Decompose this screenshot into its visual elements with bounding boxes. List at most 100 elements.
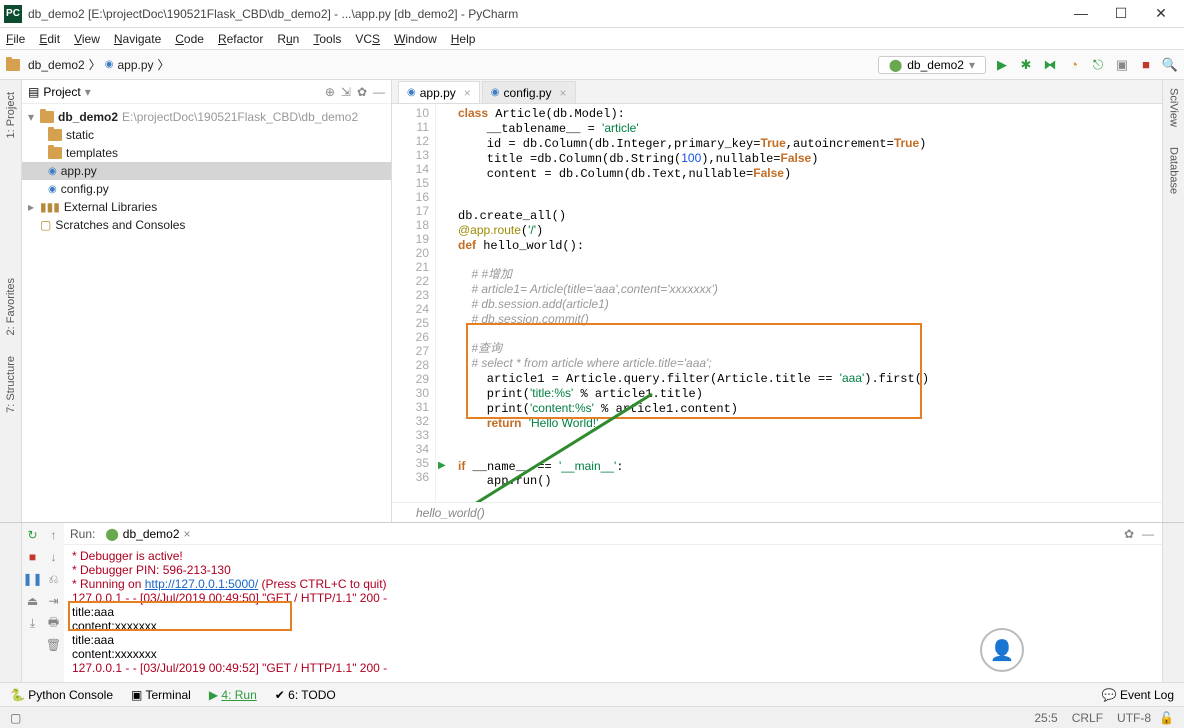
run-settings-icon[interactable]: ✿ [1124,527,1134,541]
crumb-project[interactable]: db_demo2 [28,58,85,72]
debug-button[interactable]: ✱ [1018,57,1034,73]
close-tab-icon[interactable]: × [464,86,471,100]
crumb-file[interactable]: app.py [117,58,153,72]
tool-terminal[interactable]: ▣ Terminal [131,688,191,702]
menu-code[interactable]: Code [175,32,204,46]
tree-folder-static[interactable]: static [22,126,391,144]
run-config-label: db_demo2 [907,58,964,72]
tool-project[interactable]: 1: Project [5,92,17,138]
menu-file[interactable]: File [6,32,25,46]
close-button[interactable]: ✕ [1150,5,1172,22]
panel-dropdown[interactable]: ▾ [85,85,91,99]
close-tab-icon[interactable]: × [560,86,567,100]
event-log[interactable]: 💬 Event Log [1102,688,1174,702]
coverage-button[interactable]: ⧓ [1042,57,1058,73]
tree-file-app[interactable]: ◉app.py [22,162,391,180]
down-stacktrace-icon[interactable]: ↓ [46,549,62,565]
tool-database[interactable]: Database [1168,147,1180,194]
window-title: db_demo2 [E:\projectDoc\190521Flask_CBD\… [28,7,1070,21]
tool-window-bar: 🐍 Python Console ▣ Terminal ▶ 4: Run ✔ 6… [0,682,1184,706]
python-file-icon: ◉ [48,184,57,195]
maximize-button[interactable]: ☐ [1110,5,1132,22]
profile-button[interactable]: ◔ [1066,57,1082,73]
dump-button[interactable]: ⤓ [25,615,41,631]
panel-title: Project [43,85,80,99]
concurrency-button[interactable]: ⎋ [1090,57,1106,73]
tree-folder-templates[interactable]: templates [22,144,391,162]
status-icon[interactable]: ▢ [10,711,21,725]
tool-sciview[interactable]: SciView [1168,88,1180,127]
settings-icon[interactable]: ✿ [357,85,367,99]
status-encoding[interactable]: UTF-8 [1117,711,1151,725]
stop-button[interactable]: ■ [1138,57,1154,73]
code-area[interactable]: 1011121314151617181920212223242526272829… [392,104,1162,502]
editor: ◉app.py× ◉config.py× 1011121314151617181… [392,80,1162,522]
status-caret[interactable]: 25:5 [1034,711,1057,725]
tool-structure[interactable]: 7: Structure [5,356,17,413]
tool-todo[interactable]: ✔ 6: TODO [275,688,336,702]
tool-python-console[interactable]: 🐍 Python Console [10,688,113,702]
panel-icon: ▤ [28,85,39,99]
menu-help[interactable]: Help [451,32,476,46]
print-icon[interactable]: 🖶 [46,615,62,631]
right-gutter-bottom [1162,523,1184,682]
menu-view[interactable]: View [74,32,100,46]
status-lock-icon[interactable]: 🔓 [1159,711,1174,725]
tree-scratches[interactable]: ▢Scratches and Consoles [22,216,391,234]
pause-button[interactable]: ❚❚ [25,571,41,587]
run-hide-icon[interactable]: ― [1142,527,1154,541]
search-everywhere-icon[interactable]: 🔍 [1162,57,1178,73]
tab-app-py[interactable]: ◉app.py× [398,81,480,103]
editor-tabs: ◉app.py× ◉config.py× [392,80,1162,104]
menubar: File Edit View Navigate Code Refactor Ru… [0,28,1184,50]
scroll-end-icon[interactable]: ⇥ [46,593,62,609]
tool-favorites[interactable]: 2: Favorites [5,278,17,335]
menu-navigate[interactable]: Navigate [114,32,161,46]
soft-wrap-icon[interactable]: ⎌ [46,571,62,587]
library-icon: ▮▮▮ [40,200,60,214]
python-file-icon: ◉ [105,59,114,70]
chevron-right-icon: 〉 [89,56,101,73]
attach-button[interactable]: ▣ [1114,57,1130,73]
minimize-button[interactable]: ― [1070,5,1092,22]
run-label: Run: [70,527,95,541]
folder-icon [48,147,62,159]
menu-refactor[interactable]: Refactor [218,32,263,46]
run-config-select[interactable]: ⬤ db_demo2 ▾ [878,56,986,74]
python-file-icon: ◉ [407,87,416,98]
stop-run-button[interactable]: ■ [25,549,41,565]
nav-toolbar: db_demo2 〉 ◉ app.py 〉 ⬤ db_demo2 ▾ ▶ ✱ ⧓… [0,50,1184,80]
folder-icon [40,111,54,123]
tab-config-py[interactable]: ◉config.py× [482,81,576,103]
menu-run[interactable]: Run [277,32,299,46]
tree-external-libs[interactable]: ▸▮▮▮External Libraries [22,198,391,216]
run-toolbar: ↻ ■ ❚❚ ⏏ ⤓ ↑ ↓ ⎌ ⇥ 🖶 🗑 [22,523,64,682]
highlight-box-2 [68,601,292,631]
chevron-right-icon: 〉 [158,56,170,73]
left-gutter: 1: Project 2: Favorites 7: Structure [0,80,22,522]
exit-button[interactable]: ⏏ [25,593,41,609]
tool-run[interactable]: ▶ 4: Run [209,688,257,702]
run-tab[interactable]: ⬤db_demo2× [99,527,196,541]
scroll-from-source-icon[interactable]: ⊕ [325,85,335,99]
menu-window[interactable]: Window [394,32,437,46]
up-stacktrace-icon[interactable]: ↑ [46,527,62,543]
rerun-button[interactable]: ↻ [25,527,41,543]
menu-vcs[interactable]: VCS [355,32,380,46]
project-tree: ▾ db_demo2 E:\projectDoc\190521Flask_CBD… [22,104,391,238]
app-icon: PC [4,5,22,23]
tree-root[interactable]: ▾ db_demo2 E:\projectDoc\190521Flask_CBD… [22,108,391,126]
status-eol[interactable]: CRLF [1072,711,1103,725]
menu-tools[interactable]: Tools [313,32,341,46]
collapse-all-icon[interactable]: ⇲ [341,85,351,99]
right-gutter: SciView Database [1162,80,1184,522]
clear-icon[interactable]: 🗑 [46,637,62,653]
menu-edit[interactable]: Edit [39,32,60,46]
code-breadcrumb[interactable]: hello_world() [392,502,1162,522]
tree-file-config[interactable]: ◉config.py [22,180,391,198]
highlight-box-1 [466,323,922,419]
hide-panel-icon[interactable]: ― [373,85,385,99]
titlebar: PC db_demo2 [E:\projectDoc\190521Flask_C… [0,0,1184,28]
status-bar: ▢ 25:5 CRLF UTF-8 🔓 [0,706,1184,728]
run-button[interactable]: ▶ [994,57,1010,73]
